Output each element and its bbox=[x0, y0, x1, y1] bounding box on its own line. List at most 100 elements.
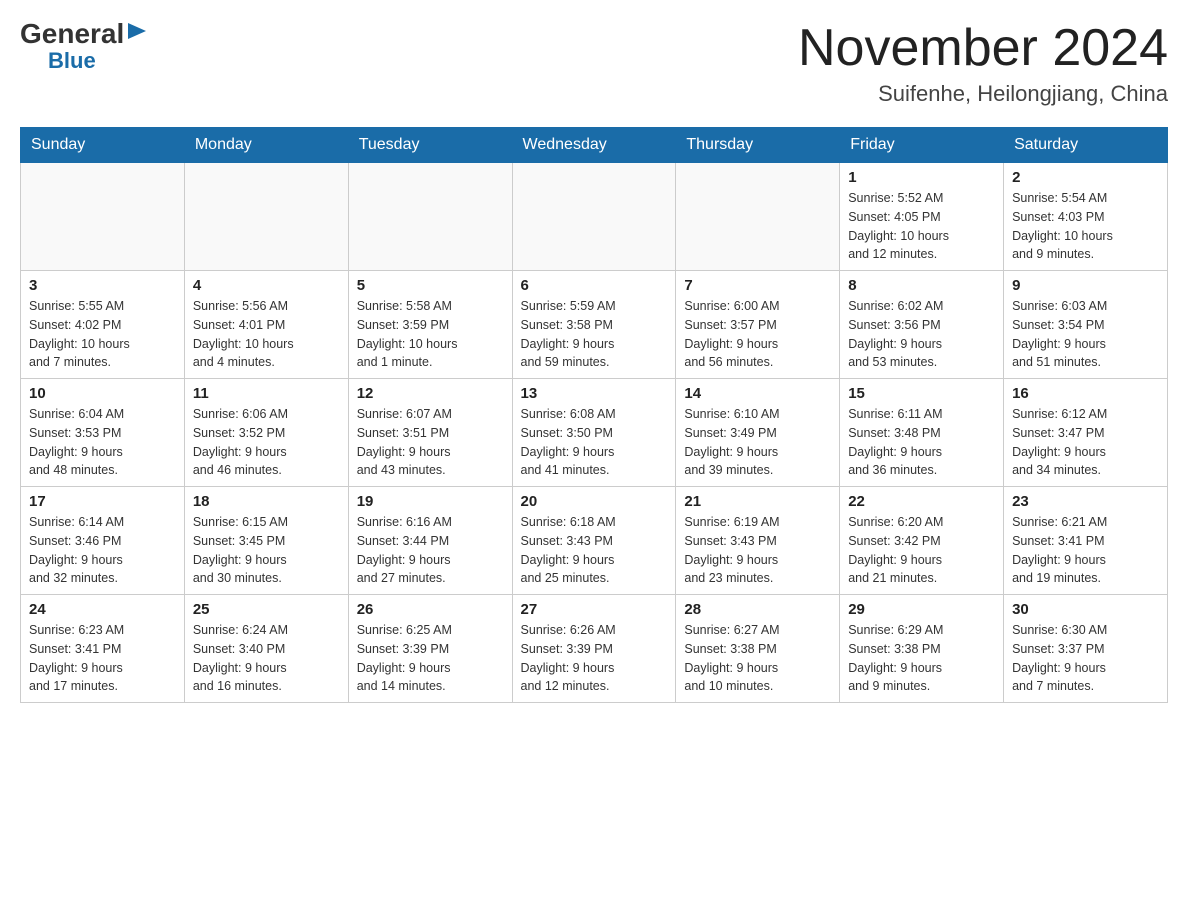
calendar-cell: 21 Sunrise: 6:19 AM Sunset: 3:43 PM Dayli… bbox=[676, 487, 840, 595]
day-number: 17 bbox=[29, 493, 176, 510]
calendar-cell: 9Sunrise: 6:03 AM Sunset: 3:54 PM Daylig… bbox=[1004, 271, 1168, 379]
calendar-day-header: Saturday bbox=[1004, 128, 1168, 163]
calendar-week-row: 17 Sunrise: 6:14 AM Sunset: 3:46 PM Dayli… bbox=[21, 487, 1168, 595]
day-number: 19 bbox=[357, 493, 504, 510]
day-info: Sunrise: 6:29 AM Sunset: 3:38 PM Dayligh… bbox=[848, 621, 995, 696]
day-number: 25 bbox=[193, 601, 340, 618]
logo-blue-text: Blue bbox=[48, 48, 96, 74]
calendar-cell bbox=[348, 163, 512, 271]
day-info: Sunrise: 6:12 AM Sunset: 3:47 PM Dayligh… bbox=[1012, 405, 1159, 480]
day-info: Sunrise: 5:58 AM Sunset: 3:59 PM Dayligh… bbox=[357, 297, 504, 372]
day-number: 14 bbox=[684, 385, 831, 402]
day-number: 20 bbox=[521, 493, 668, 510]
calendar-cell: 13 Sunrise: 6:08 AM Sunset: 3:50 PM Dayli… bbox=[512, 379, 676, 487]
day-number: 12 bbox=[357, 385, 504, 402]
day-info: Sunrise: 6:07 AM Sunset: 3:51 PM Dayligh… bbox=[357, 405, 504, 480]
calendar-day-header: Friday bbox=[840, 128, 1004, 163]
day-number: 18 bbox=[193, 493, 340, 510]
calendar-cell: 26 Sunrise: 6:25 AM Sunset: 3:39 PM Dayli… bbox=[348, 595, 512, 703]
calendar-cell: 30Sunrise: 6:30 AM Sunset: 3:37 PM Dayli… bbox=[1004, 595, 1168, 703]
day-info: Sunrise: 6:11 AM Sunset: 3:48 PM Dayligh… bbox=[848, 405, 995, 480]
calendar-week-row: 24 Sunrise: 6:23 AM Sunset: 3:41 PM Dayli… bbox=[21, 595, 1168, 703]
day-info: Sunrise: 6:25 AM Sunset: 3:39 PM Dayligh… bbox=[357, 621, 504, 696]
day-number: 3 bbox=[29, 277, 176, 294]
day-info: Sunrise: 6:03 AM Sunset: 3:54 PM Dayligh… bbox=[1012, 297, 1159, 372]
calendar-cell bbox=[512, 163, 676, 271]
calendar-cell bbox=[676, 163, 840, 271]
calendar-cell: 11 Sunrise: 6:06 AM Sunset: 3:52 PM Dayli… bbox=[184, 379, 348, 487]
calendar-cell: 19Sunrise: 6:16 AM Sunset: 3:44 PM Dayli… bbox=[348, 487, 512, 595]
day-number: 10 bbox=[29, 385, 176, 402]
month-title: November 2024 bbox=[798, 20, 1168, 77]
calendar-week-row: 3 Sunrise: 5:55 AM Sunset: 4:02 PM Daylig… bbox=[21, 271, 1168, 379]
day-info: Sunrise: 5:55 AM Sunset: 4:02 PM Dayligh… bbox=[29, 297, 176, 372]
calendar-cell: 23 Sunrise: 6:21 AM Sunset: 3:41 PM Dayli… bbox=[1004, 487, 1168, 595]
day-info: Sunrise: 5:52 AM Sunset: 4:05 PM Dayligh… bbox=[848, 189, 995, 264]
day-info: Sunrise: 6:10 AM Sunset: 3:49 PM Dayligh… bbox=[684, 405, 831, 480]
calendar-table: SundayMondayTuesdayWednesdayThursdayFrid… bbox=[20, 127, 1168, 703]
day-number: 23 bbox=[1012, 493, 1159, 510]
calendar-header-row: SundayMondayTuesdayWednesdayThursdayFrid… bbox=[21, 128, 1168, 163]
day-number: 8 bbox=[848, 277, 995, 294]
day-info: Sunrise: 5:54 AM Sunset: 4:03 PM Dayligh… bbox=[1012, 189, 1159, 264]
day-info: Sunrise: 6:06 AM Sunset: 3:52 PM Dayligh… bbox=[193, 405, 340, 480]
calendar-cell: 7 Sunrise: 6:00 AM Sunset: 3:57 PM Daylig… bbox=[676, 271, 840, 379]
day-info: Sunrise: 5:59 AM Sunset: 3:58 PM Dayligh… bbox=[521, 297, 668, 372]
calendar-cell: 4 Sunrise: 5:56 AM Sunset: 4:01 PM Daylig… bbox=[184, 271, 348, 379]
calendar-day-header: Tuesday bbox=[348, 128, 512, 163]
day-info: Sunrise: 6:21 AM Sunset: 3:41 PM Dayligh… bbox=[1012, 513, 1159, 588]
day-info: Sunrise: 6:20 AM Sunset: 3:42 PM Dayligh… bbox=[848, 513, 995, 588]
calendar-cell: 25 Sunrise: 6:24 AM Sunset: 3:40 PM Dayli… bbox=[184, 595, 348, 703]
calendar-cell: 10 Sunrise: 6:04 AM Sunset: 3:53 PM Dayli… bbox=[21, 379, 185, 487]
day-info: Sunrise: 6:04 AM Sunset: 3:53 PM Dayligh… bbox=[29, 405, 176, 480]
day-number: 16 bbox=[1012, 385, 1159, 402]
day-info: Sunrise: 6:14 AM Sunset: 3:46 PM Dayligh… bbox=[29, 513, 176, 588]
calendar-cell: 15Sunrise: 6:11 AM Sunset: 3:48 PM Dayli… bbox=[840, 379, 1004, 487]
calendar-day-header: Wednesday bbox=[512, 128, 676, 163]
calendar-cell: 6 Sunrise: 5:59 AM Sunset: 3:58 PM Daylig… bbox=[512, 271, 676, 379]
day-number: 6 bbox=[521, 277, 668, 294]
day-number: 22 bbox=[848, 493, 995, 510]
calendar-cell: 5 Sunrise: 5:58 AM Sunset: 3:59 PM Daylig… bbox=[348, 271, 512, 379]
calendar-cell: 3 Sunrise: 5:55 AM Sunset: 4:02 PM Daylig… bbox=[21, 271, 185, 379]
day-info: Sunrise: 5:56 AM Sunset: 4:01 PM Dayligh… bbox=[193, 297, 340, 372]
day-number: 26 bbox=[357, 601, 504, 618]
day-info: Sunrise: 6:19 AM Sunset: 3:43 PM Dayligh… bbox=[684, 513, 831, 588]
title-area: November 2024 Suifenhe, Heilongjiang, Ch… bbox=[798, 20, 1168, 107]
calendar-cell: 18 Sunrise: 6:15 AM Sunset: 3:45 PM Dayli… bbox=[184, 487, 348, 595]
calendar-cell: 8 Sunrise: 6:02 AM Sunset: 3:56 PM Daylig… bbox=[840, 271, 1004, 379]
day-info: Sunrise: 6:23 AM Sunset: 3:41 PM Dayligh… bbox=[29, 621, 176, 696]
page-header: General Blue November 2024 Suifenhe, Hei… bbox=[20, 20, 1168, 107]
day-number: 24 bbox=[29, 601, 176, 618]
day-info: Sunrise: 6:08 AM Sunset: 3:50 PM Dayligh… bbox=[521, 405, 668, 480]
calendar-cell: 16 Sunrise: 6:12 AM Sunset: 3:47 PM Dayli… bbox=[1004, 379, 1168, 487]
day-number: 7 bbox=[684, 277, 831, 294]
day-info: Sunrise: 6:27 AM Sunset: 3:38 PM Dayligh… bbox=[684, 621, 831, 696]
calendar-cell bbox=[184, 163, 348, 271]
day-number: 21 bbox=[684, 493, 831, 510]
calendar-cell: 28 Sunrise: 6:27 AM Sunset: 3:38 PM Dayli… bbox=[676, 595, 840, 703]
day-number: 11 bbox=[193, 385, 340, 402]
day-info: Sunrise: 6:24 AM Sunset: 3:40 PM Dayligh… bbox=[193, 621, 340, 696]
day-info: Sunrise: 6:00 AM Sunset: 3:57 PM Dayligh… bbox=[684, 297, 831, 372]
calendar-cell bbox=[21, 163, 185, 271]
calendar-cell: 27Sunrise: 6:26 AM Sunset: 3:39 PM Dayli… bbox=[512, 595, 676, 703]
calendar-day-header: Monday bbox=[184, 128, 348, 163]
calendar-cell: 17 Sunrise: 6:14 AM Sunset: 3:46 PM Dayli… bbox=[21, 487, 185, 595]
day-number: 1 bbox=[848, 169, 995, 186]
day-number: 4 bbox=[193, 277, 340, 294]
day-number: 30 bbox=[1012, 601, 1159, 618]
day-info: Sunrise: 6:15 AM Sunset: 3:45 PM Dayligh… bbox=[193, 513, 340, 588]
day-number: 28 bbox=[684, 601, 831, 618]
day-info: Sunrise: 6:02 AM Sunset: 3:56 PM Dayligh… bbox=[848, 297, 995, 372]
day-info: Sunrise: 6:18 AM Sunset: 3:43 PM Dayligh… bbox=[521, 513, 668, 588]
location-subtitle: Suifenhe, Heilongjiang, China bbox=[798, 81, 1168, 107]
calendar-day-header: Sunday bbox=[21, 128, 185, 163]
day-number: 29 bbox=[848, 601, 995, 618]
calendar-week-row: 1 Sunrise: 5:52 AM Sunset: 4:05 PM Daylig… bbox=[21, 163, 1168, 271]
day-number: 13 bbox=[521, 385, 668, 402]
day-number: 5 bbox=[357, 277, 504, 294]
calendar-cell: 1 Sunrise: 5:52 AM Sunset: 4:05 PM Daylig… bbox=[840, 163, 1004, 271]
day-info: Sunrise: 6:26 AM Sunset: 3:39 PM Dayligh… bbox=[521, 621, 668, 696]
logo-general-text: General bbox=[20, 20, 124, 48]
